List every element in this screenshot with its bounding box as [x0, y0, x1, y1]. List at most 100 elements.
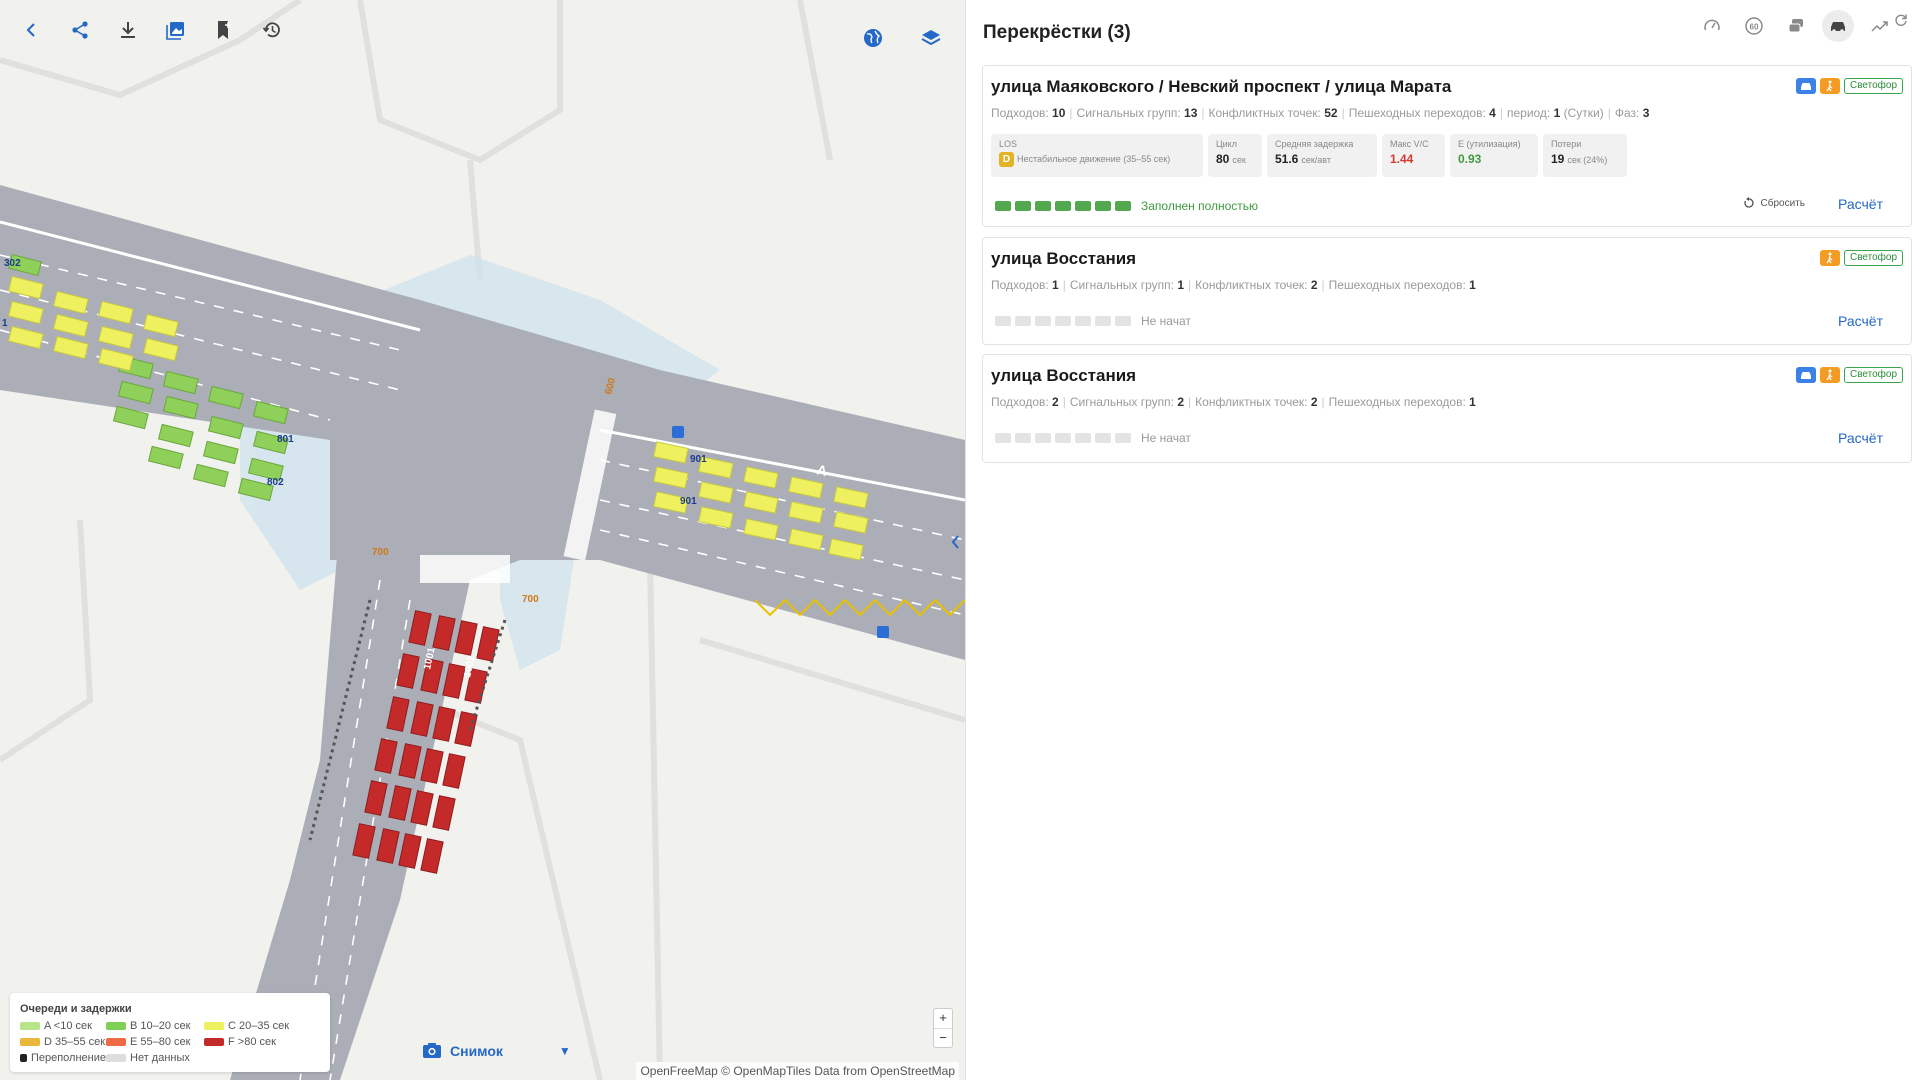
pedestrian-badge-icon: [1819, 250, 1840, 266]
progress-segment: [1035, 433, 1051, 443]
intersection-metrics: LOS D Нестабильное движение (35–55 сек) Ц…: [991, 134, 1627, 177]
progress-segment: [1075, 201, 1091, 211]
chevron-down-icon[interactable]: ▼: [559, 1044, 571, 1058]
panel-header: Перекрёстки (3) 60: [983, 10, 1910, 46]
meta-label: Фаз:: [1614, 106, 1640, 120]
metric-value: 51.6: [1275, 152, 1299, 166]
legend-item: Переполнение: [20, 1052, 106, 1064]
progress-segment: [1015, 201, 1031, 211]
traffic-cars-icon: [1788, 19, 1803, 33]
los-grade-badge: D: [999, 152, 1014, 167]
calculate-button[interactable]: Расчёт: [1838, 313, 1883, 329]
legend-label: A <10 сек: [44, 1020, 92, 1032]
map-view-controls: [859, 24, 945, 52]
legend-label: Нет данных: [130, 1052, 190, 1064]
metric-label: LOS: [999, 139, 1018, 149]
legend-label: D 35–55 сек: [44, 1036, 106, 1048]
attribution-sep: ©: [717, 1064, 734, 1078]
meta-value: 10: [1052, 106, 1066, 120]
metric-label: Цикл: [1216, 139, 1237, 149]
speed-limit-button[interactable]: 60: [1738, 10, 1770, 42]
legend-swatch: [204, 1022, 224, 1030]
meta-label: Пешеходных переходов:: [1348, 106, 1486, 120]
legend-item: B 10–20 сек: [106, 1020, 204, 1032]
queue-label-901a: 901: [690, 454, 707, 465]
reset-icon: [1743, 197, 1754, 208]
metric-vc: Макс V/C 1.44: [1382, 134, 1445, 177]
progress-segment: [1055, 201, 1071, 211]
layers-button[interactable]: [917, 24, 945, 52]
progress-segment: [1095, 316, 1111, 326]
legend-swatch: [204, 1038, 224, 1046]
progress-segment: [1115, 316, 1131, 326]
metric-los: LOS D Нестабильное движение (35–55 сек): [991, 134, 1203, 177]
traffic-light-badge: Светофор: [1843, 78, 1903, 94]
refresh-button[interactable]: [1892, 4, 1910, 36]
meta-value: 2: [1310, 395, 1318, 409]
progress-segment: [1035, 201, 1051, 211]
legend-items: A <10 сек B 10–20 сек C 20–35 сек D 35–55 с…: [20, 1020, 320, 1064]
meta-label: Конфликтных точек:: [1195, 278, 1308, 292]
zoom-in-button[interactable]: +: [934, 1009, 952, 1028]
intersection-map-canvas[interactable]: 302 1 801 802 901 901 600 700 700 1001 1…: [0, 0, 965, 1080]
trend-icon: [1871, 21, 1888, 32]
legend-swatch: [106, 1022, 126, 1030]
reset-label: Сбросить: [1760, 197, 1805, 209]
bus-stop-icon[interactable]: [877, 626, 889, 638]
panel-collapse-handle[interactable]: [950, 532, 965, 552]
card-progress: Не начат: [995, 431, 1191, 445]
intersection-card[interactable]: улица Восстания Светофор Подходов: 1 | Сиг…: [982, 237, 1912, 345]
intersection-badges: Светофор: [1819, 250, 1903, 266]
progress-status: Не начат: [1141, 314, 1191, 328]
zoom-control: + −: [933, 1008, 953, 1048]
queue-legend: Очереди и задержки A <10 сек B 10–20 сек C…: [10, 993, 330, 1072]
svg-text:60: 60: [1750, 23, 1759, 32]
pedestrian-badge-icon: [1819, 367, 1840, 383]
legend-item: F >80 сек: [204, 1036, 314, 1048]
snapshot-button[interactable]: Снимок ▼: [422, 1042, 571, 1059]
meta-value: 52: [1324, 106, 1338, 120]
meta-label: Сигнальных групп:: [1069, 395, 1174, 409]
map-view[interactable]: 302 1 801 802 901 901 600 700 700 1001 1…: [0, 0, 965, 1080]
intersection-card[interactable]: улица Восстания Светофор Подходов: 2 | Сиг…: [982, 354, 1912, 463]
refresh-icon: [1895, 14, 1907, 26]
traffic-cars-button[interactable]: [1780, 10, 1812, 42]
gallery-button[interactable]: [162, 16, 190, 44]
bookmark-add-icon: [218, 21, 231, 39]
meta-value: 2: [1310, 278, 1318, 292]
bus-stop-icon[interactable]: [672, 426, 684, 438]
basemap-globe-button[interactable]: [859, 24, 887, 52]
reset-button[interactable]: Сбросить: [1743, 197, 1805, 209]
back-button[interactable]: [18, 16, 46, 44]
map-attribution: OpenFreeMap © OpenMapTiles Data from Ope…: [636, 1062, 959, 1080]
chevron-left-right-icon: [951, 535, 959, 549]
intersection-card[interactable]: улица Маяковского / Невский проспект / у…: [982, 65, 1912, 227]
progress-segment: [995, 316, 1011, 326]
bookmark-button[interactable]: [210, 16, 238, 44]
car-view-button[interactable]: [1822, 10, 1854, 42]
intersection-title: улица Восстания: [991, 366, 1137, 385]
progress-segment: [1055, 316, 1071, 326]
intersection-meta: Подходов: 10 | Сигнальных групп: 13 | Конфли…: [991, 106, 1650, 120]
share-button[interactable]: [66, 16, 94, 44]
attribution-osm-link[interactable]: OpenStreetMap: [870, 1064, 955, 1078]
attribution-openfreemap-link[interactable]: OpenFreeMap: [640, 1064, 717, 1078]
calculate-button[interactable]: Расчёт: [1838, 196, 1883, 212]
metric-delay: Средняя задержка 51.6 сек/авт: [1267, 134, 1377, 177]
meta-label: Конфликтных точек:: [1195, 395, 1308, 409]
layers-icon: [921, 30, 941, 46]
car-badge-icon: [1795, 367, 1816, 383]
metric-utilization: E (утилизация) 0.93: [1450, 134, 1538, 177]
calculate-button[interactable]: Расчёт: [1838, 430, 1883, 446]
meta-value: 1: [1177, 278, 1185, 292]
queue-label-700b: 700: [522, 594, 539, 605]
download-button[interactable]: [114, 16, 142, 44]
history-button[interactable]: [258, 16, 286, 44]
speedometer-button[interactable]: [1696, 10, 1728, 42]
history-icon: [262, 22, 280, 38]
legend-item: C 20–35 сек: [204, 1020, 314, 1032]
globe-icon: [864, 29, 882, 47]
zoom-out-button[interactable]: −: [934, 1028, 952, 1047]
attribution-openmaptiles-link[interactable]: OpenMapTiles: [733, 1064, 811, 1078]
legend-item: E 55–80 сек: [106, 1036, 204, 1048]
